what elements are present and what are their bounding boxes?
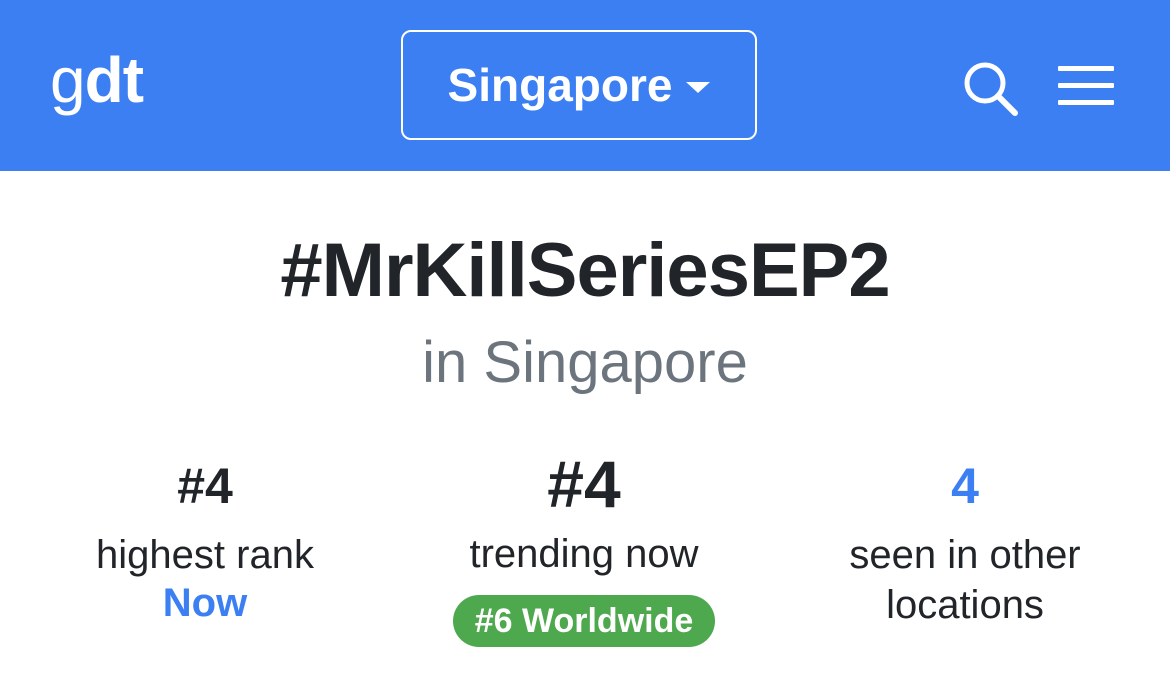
navbar: gdt Singapore [0, 0, 1170, 171]
trending-now-label: trending now [469, 532, 699, 576]
trending-now-value: #4 [547, 447, 621, 521]
other-locations-value[interactable]: 4 [805, 455, 1125, 517]
worldwide-rank-badge[interactable]: #6 Worldwide [452, 595, 716, 647]
stat-other-locations: 4 seen in other locations [805, 455, 1125, 630]
logo-part-dt: dt [84, 44, 144, 116]
stat-highest-rank: #4 highest rank Now [55, 455, 355, 626]
highest-rank-when: Now [162, 581, 248, 625]
highest-rank-label: highest rank [96, 533, 314, 577]
stat-trending-now: #4 trending now #6 Worldwide [434, 451, 734, 647]
location-label: Singapore [447, 59, 673, 111]
site-logo[interactable]: gdt [50, 44, 144, 116]
location-dropdown-button[interactable]: Singapore [401, 30, 757, 140]
trend-location-subtitle: in Singapore [422, 330, 748, 395]
search-button[interactable] [960, 58, 1020, 118]
menu-bar-icon [1058, 83, 1114, 88]
menu-button[interactable] [1058, 66, 1114, 106]
logo-part-g: g [50, 44, 86, 116]
highest-rank-value: #4 [177, 458, 233, 514]
menu-bar-icon [1058, 66, 1114, 71]
caret-down-icon [686, 81, 711, 93]
search-icon [964, 62, 1018, 116]
menu-bar-icon [1058, 100, 1114, 105]
trend-hashtag-title: #MrKillSeriesEP2 [280, 228, 890, 313]
other-locations-label: seen in other locations [849, 533, 1081, 627]
